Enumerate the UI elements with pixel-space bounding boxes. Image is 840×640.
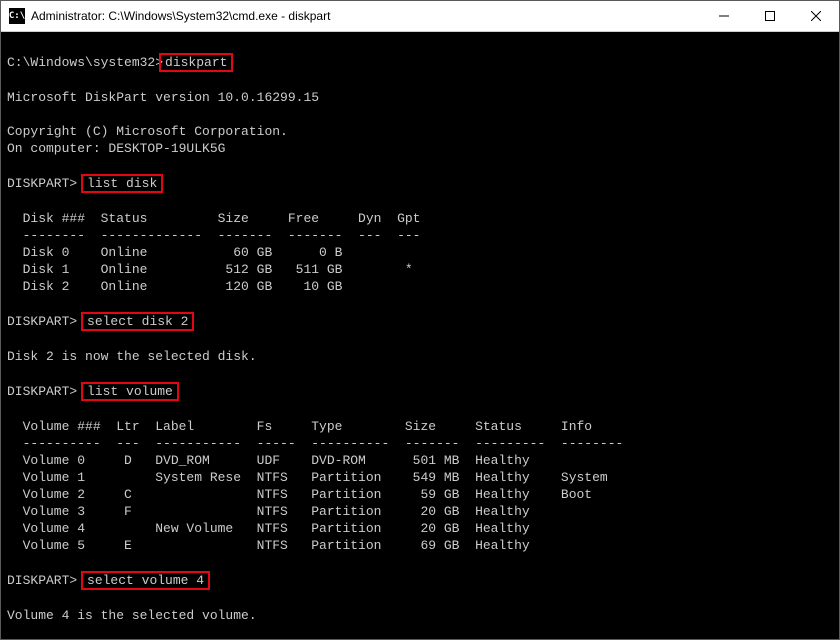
- prompt: DISKPART> select disk 2: [7, 314, 194, 329]
- window-controls: [701, 1, 839, 31]
- disk-header: Disk ### Status Size Free Dyn Gpt: [7, 211, 420, 226]
- vol-row: Volume 5 E NTFS Partition 69 GB Healthy: [7, 538, 530, 553]
- terminal-body[interactable]: C:\Windows\system32>diskpart Microsoft D…: [1, 32, 839, 639]
- titlebar: C:\ Administrator: C:\Windows\System32\c…: [1, 1, 839, 32]
- version-line: Microsoft DiskPart version 10.0.16299.15: [7, 90, 319, 105]
- disk-divider: -------- ------------- ------- ------- -…: [7, 228, 420, 243]
- vol-row: Volume 0 D DVD_ROM UDF DVD-ROM 501 MB He…: [7, 453, 530, 468]
- copyright-line: Copyright (C) Microsoft Corporation.: [7, 124, 288, 139]
- result-line: Volume 4 is the selected volume.: [7, 608, 257, 623]
- vol-row: Volume 3 F NTFS Partition 20 GB Healthy: [7, 504, 530, 519]
- result-line: Disk 2 is now the selected disk.: [7, 349, 257, 364]
- vol-row: Volume 1 System Rese NTFS Partition 549 …: [7, 470, 608, 485]
- vol-header: Volume ### Ltr Label Fs Type Size Status…: [7, 419, 592, 434]
- cmd-select-disk: select disk 2: [81, 312, 194, 331]
- disk-row: Disk 2 Online 120 GB 10 GB: [7, 279, 342, 294]
- window-title: Administrator: C:\Windows\System32\cmd.e…: [31, 9, 701, 23]
- cmd-select-volume: select volume 4: [81, 571, 210, 590]
- prompt: DISKPART> select volume 4: [7, 573, 210, 588]
- disk-row: Disk 0 Online 60 GB 0 B: [7, 245, 342, 260]
- minimize-button[interactable]: [701, 1, 747, 31]
- prompt: DISKPART> list disk: [7, 176, 163, 191]
- cmd-window: C:\ Administrator: C:\Windows\System32\c…: [0, 0, 840, 640]
- vol-row: Volume 4 New Volume NTFS Partition 20 GB…: [7, 521, 530, 536]
- vol-row: Volume 2 C NTFS Partition 59 GB Healthy …: [7, 487, 592, 502]
- cmd-list-volume: list volume: [81, 382, 179, 401]
- close-button[interactable]: [793, 1, 839, 31]
- prompt: DISKPART> list volume: [7, 384, 179, 399]
- cmd-list-disk: list disk: [81, 174, 163, 193]
- cmd-diskpart: diskpart: [159, 53, 233, 72]
- cmd-icon: C:\: [9, 8, 25, 24]
- prompt: C:\Windows\system32>diskpart: [7, 55, 233, 70]
- computer-line: On computer: DESKTOP-19ULK5G: [7, 141, 225, 156]
- maximize-button[interactable]: [747, 1, 793, 31]
- vol-divider: ---------- --- ----------- ----- -------…: [7, 436, 623, 451]
- disk-row: Disk 1 Online 512 GB 511 GB *: [7, 262, 413, 277]
